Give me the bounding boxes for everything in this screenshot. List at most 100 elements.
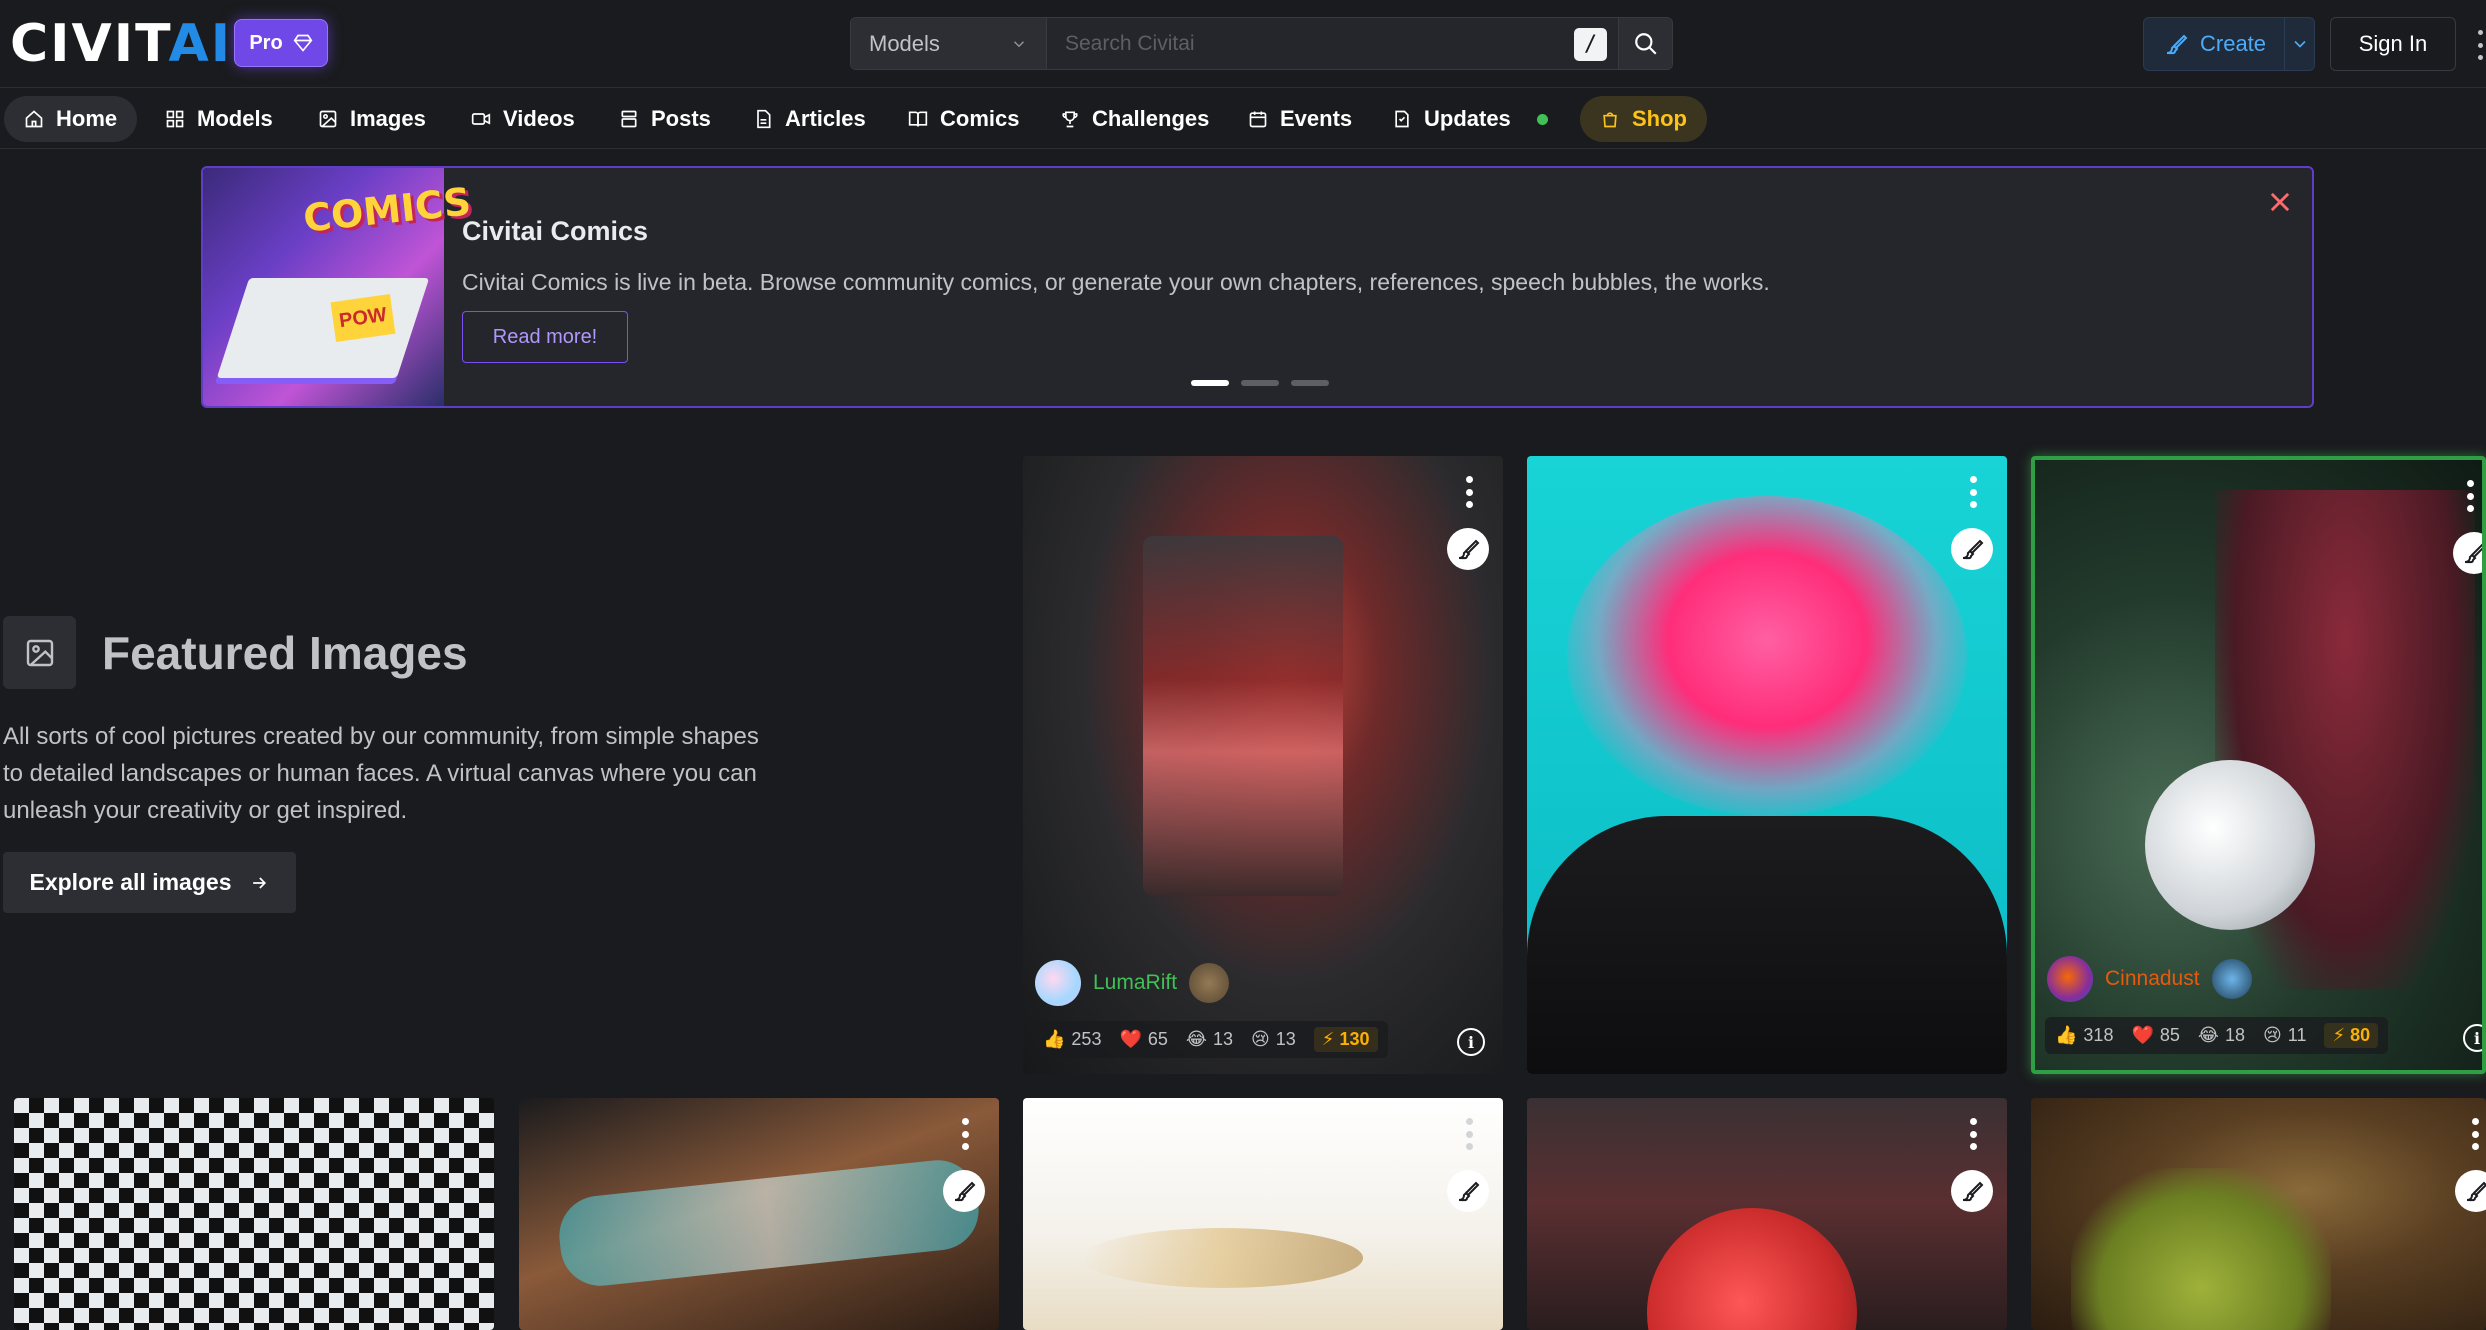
search-input[interactable] [1047, 18, 1618, 69]
cry-count: 11 [2287, 1025, 2307, 1045]
brush-icon [2464, 543, 2482, 564]
explore-label: Explore all images [29, 869, 232, 895]
heart-icon: ❤️ [1623, 1029, 1646, 1049]
nav-images[interactable]: Images [298, 96, 446, 142]
create-main[interactable]: Create [2144, 18, 2286, 70]
pow-burst: POW [330, 294, 396, 342]
nav-label: Challenges [1092, 106, 1210, 131]
image-card[interactable] [1023, 1098, 1503, 1330]
image-card[interactable] [1527, 1098, 2007, 1330]
buzz-tip[interactable]: ⚡ 130 [1313, 1027, 1378, 1052]
like-reaction[interactable]: 👍 434 [1547, 1029, 1605, 1050]
laugh-reaction[interactable]: 😂 36 [1700, 1029, 1747, 1050]
card-user[interactable]: NowhereManGo [1539, 960, 1802, 1006]
create-button[interactable]: Create [2143, 17, 2315, 71]
cry-reaction[interactable]: 😢 11 [2263, 1025, 2306, 1046]
remix-button[interactable] [2453, 532, 2482, 574]
heart-reaction[interactable]: ❤️ 65 [1119, 1029, 1167, 1050]
card-menu-icon[interactable] [2466, 480, 2474, 512]
heart-reaction[interactable]: ❤️ 85 [2131, 1025, 2179, 1046]
nav-label: Updates [1424, 106, 1511, 131]
username[interactable]: LumaRift [1093, 971, 1177, 995]
remix-button[interactable] [2455, 1170, 2486, 1212]
nav-videos[interactable]: Videos [451, 96, 595, 142]
username[interactable]: Cinnadust [2105, 967, 2200, 991]
nav-posts[interactable]: Posts [599, 96, 731, 142]
brush-icon [2466, 1181, 2486, 1202]
image-card[interactable]: LumaRift 👍 253 ❤️ 65 😂 13 😢 13 ⚡ 130 i [1023, 456, 1503, 1074]
heart-reaction[interactable]: ❤️ 153 [1623, 1029, 1681, 1050]
buzz-tip[interactable]: ⚡ 80 [2324, 1023, 2379, 1048]
card-menu-icon[interactable] [1969, 1118, 1977, 1150]
nav-articles[interactable]: Articles [733, 96, 886, 142]
search-button[interactable] [1618, 18, 1672, 69]
nav-events[interactable]: Events [1228, 96, 1372, 142]
like-reaction[interactable]: 👍 318 [2055, 1025, 2113, 1046]
book-icon [908, 111, 928, 127]
create-dropdown-toggle[interactable] [2285, 34, 2314, 54]
close-icon[interactable] [2266, 188, 2294, 216]
card-user[interactable]: Cinnadust [2047, 956, 2252, 1002]
carousel-dot[interactable] [1191, 380, 1229, 386]
laugh-reaction[interactable]: 😂 18 [2198, 1025, 2245, 1046]
avatar [2047, 956, 2093, 1002]
card-menu-icon[interactable] [1465, 1118, 1473, 1150]
nav-challenges[interactable]: Challenges [1040, 96, 1229, 142]
user-badge [2211, 959, 2252, 999]
image-card[interactable]: Cinnadust 👍 318 ❤️ 85 😂 18 😢 11 ⚡ 80 i [2031, 456, 2486, 1074]
sign-in-button[interactable]: Sign In [2330, 17, 2456, 71]
image-card[interactable]: NowhereManGo 👍 434 ❤️ 153 😂 36 😢 29 ⚡ 30 i [1527, 456, 2007, 1074]
laugh-icon: 😂 [1185, 1029, 1207, 1049]
cry-reaction[interactable]: 😢 13 [1251, 1029, 1296, 1050]
remix-button[interactable] [1951, 528, 1993, 570]
info-icon[interactable]: i [1961, 1028, 1989, 1056]
main-nav: Home Models Images Videos Posts Articles… [0, 89, 2486, 149]
like-reaction[interactable]: 👍 253 [1043, 1029, 1101, 1050]
explore-images-button[interactable]: Explore all images [3, 852, 296, 913]
nav-comics[interactable]: Comics [888, 96, 1039, 142]
card-menu-icon[interactable] [961, 1118, 969, 1150]
username[interactable]: NowhereManGo [1597, 971, 1750, 995]
carousel-dot[interactable] [1241, 380, 1279, 386]
read-more-button[interactable]: Read more! [462, 311, 628, 363]
shopping-bag-icon [1603, 112, 1617, 128]
pro-button[interactable]: Pro [234, 19, 328, 67]
comics-banner-image: COMICS POW [203, 168, 473, 406]
remix-button[interactable] [1447, 528, 1489, 570]
posts-icon [621, 110, 637, 128]
buzz-count: 30 [1853, 1029, 1874, 1049]
remix-button[interactable] [1951, 1170, 1993, 1212]
nav-label: Articles [785, 106, 866, 131]
brush-icon [1962, 1181, 1984, 1202]
image-card[interactable] [519, 1098, 999, 1330]
nav-models[interactable]: Models [145, 96, 293, 142]
card-menu-icon[interactable] [1465, 476, 1473, 508]
nav-home[interactable]: Home [4, 96, 138, 142]
cry-reaction[interactable]: 😢 29 [1765, 1029, 1810, 1050]
cry-count: 29 [1789, 1029, 1810, 1049]
remix-button[interactable] [943, 1170, 985, 1212]
brush-icon [1458, 539, 1480, 560]
card-user[interactable]: LumaRift [1035, 960, 1230, 1006]
info-icon[interactable]: i [2463, 1024, 2482, 1052]
nav-shop[interactable]: Shop [1580, 96, 1707, 142]
search-icon [1634, 32, 1657, 55]
image-card[interactable] [14, 1098, 494, 1330]
image-card[interactable] [2031, 1098, 2486, 1330]
buzz-tip[interactable]: ⚡ 30 [1827, 1027, 1882, 1052]
info-icon[interactable]: i [1457, 1028, 1485, 1056]
updates-icon [1395, 110, 1409, 128]
more-menu-icon[interactable] [2474, 30, 2486, 60]
heart-count: 65 [1147, 1029, 1168, 1049]
card-menu-icon[interactable] [2471, 1118, 2479, 1150]
nav-updates[interactable]: Updates [1372, 96, 1568, 142]
thumbs-up-icon: 👍 [1043, 1029, 1066, 1049]
section-description: All sorts of cool pictures created by ou… [3, 723, 759, 824]
civitai-logo[interactable]: CIVITAI [10, 18, 232, 70]
laugh-reaction[interactable]: 😂 13 [1186, 1029, 1233, 1050]
search-category-select[interactable]: Models [851, 18, 1047, 69]
announcement-banner: COMICS POW Civitai Comics Civitai Comics… [201, 166, 2314, 408]
card-menu-icon[interactable] [1969, 476, 1977, 508]
remix-button[interactable] [1447, 1170, 1489, 1212]
carousel-dot[interactable] [1291, 380, 1329, 386]
